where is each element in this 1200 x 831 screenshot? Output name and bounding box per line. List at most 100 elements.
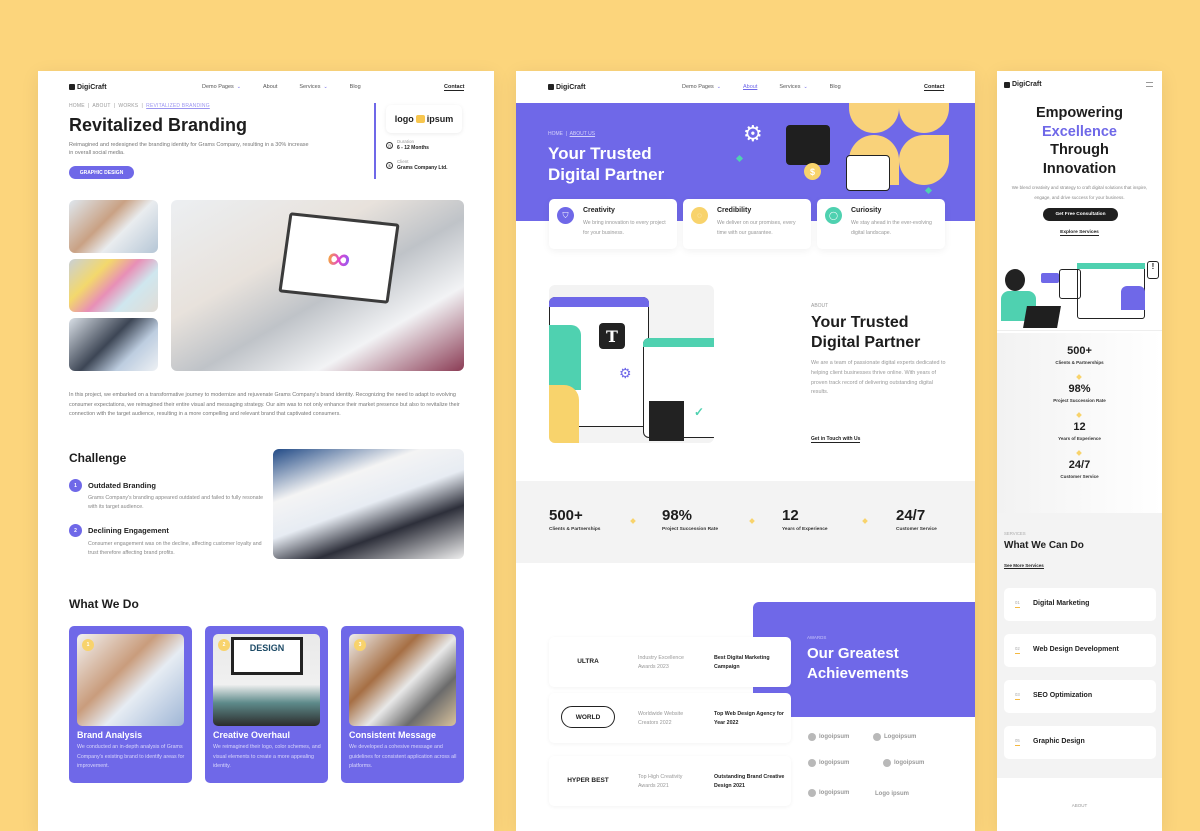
award-row: HYPER BEST Top High Creativity Awards 20… — [549, 756, 791, 806]
gear-icon: ⚙ — [743, 121, 763, 146]
puzzle-piece-white-icon — [846, 155, 890, 191]
stats-bar: 500+ Clients & Partnerships 98% Project Su… — [516, 481, 975, 563]
stat-separator-icon — [1076, 450, 1082, 456]
get-free-consultation-button[interactable]: Get Free Consultation — [1043, 208, 1118, 221]
award-row: WORLD Worldwide Website Creators 2022 To… — [549, 693, 791, 743]
alert-icon: ! — [1147, 261, 1159, 279]
card-number: 1 — [82, 639, 94, 651]
get-in-touch-link[interactable]: Get in Touch with Us — [811, 436, 861, 443]
breadcrumb-about[interactable]: ABOUT — [92, 103, 110, 109]
nav-demo-pages[interactable]: Demo Pages ⌄ — [202, 84, 241, 90]
challenge-number-2: 2 — [69, 524, 82, 537]
partner-logo: logoipsum — [808, 759, 849, 767]
brand-logo[interactable]: DigiCraft — [69, 84, 107, 91]
partner-logo-icon — [808, 759, 816, 767]
stat-separator-icon — [1076, 412, 1082, 418]
gallery-main-photo[interactable]: ∞ — [171, 200, 464, 371]
explore-services-link[interactable]: Explore Services — [997, 230, 1162, 236]
decor-shape — [849, 103, 899, 133]
meta-client: $ Client Grams Company Ltd. — [386, 159, 448, 171]
service-item[interactable]: 03 SEO Optimization — [1004, 680, 1156, 713]
award-badge-ultra-icon: ULTRA — [577, 657, 599, 665]
challenge-number-1: 1 — [69, 479, 82, 492]
service-card[interactable]: 1 Brand Analysis We conducted an in-dept… — [69, 626, 192, 783]
stat-experience: 12 Years of Experience — [782, 507, 828, 532]
brand-logo[interactable]: DigiCraft — [1004, 81, 1042, 88]
breadcrumb-home[interactable]: HOME — [69, 103, 85, 109]
laptop-screen: ∞ — [278, 212, 400, 304]
card-number: 2 — [218, 639, 230, 651]
nav-blog[interactable]: Blog — [830, 84, 841, 90]
about-label: ABOUT — [811, 303, 829, 309]
chevron-down-icon: ⌄ — [803, 84, 808, 90]
puzzle-piece-icon — [786, 125, 830, 165]
hamburger-menu-icon[interactable] — [1146, 82, 1153, 87]
see-more-services-link[interactable]: See More Services — [1004, 563, 1044, 569]
service-item[interactable]: 02 Web Design Development — [1004, 634, 1156, 667]
awards-label: AWARDS — [807, 635, 827, 640]
client-logo: logo ipsum — [386, 105, 462, 133]
paint-roller-icon: ⛉ — [557, 207, 574, 224]
about-page: DigiCraft Demo Pages ⌄ About Services ⌄ Bl… — [516, 71, 975, 831]
infinity-logo-icon: ∞ — [325, 238, 354, 277]
team-illustration: T ⚙ ✓ — [549, 285, 714, 443]
case-study-page: DigiCraft Demo Pages ⌄ About Services ⌄ Bl… — [38, 71, 494, 831]
contact-link[interactable]: Contact — [924, 84, 945, 91]
stat-customer-service: 24/7 Customer Service — [896, 507, 937, 532]
hero-description: We blend creativity and strategy to craf… — [1011, 185, 1148, 200]
project-description: In this project, we embarked on a transf… — [69, 392, 460, 417]
design-monitor: DESIGN — [231, 637, 303, 675]
gallery-photo-3[interactable] — [69, 318, 158, 371]
brand-logo[interactable]: DigiCraft — [548, 84, 586, 91]
challenge-desc-1: Grams Company's branding appeared outdat… — [88, 495, 264, 510]
card-title: Brand Analysis — [77, 730, 143, 740]
services-section: SERVICES What We Can Do See More Service… — [997, 513, 1162, 778]
breadcrumb-current: ABOUT US — [569, 131, 596, 137]
nav-about[interactable]: About — [743, 84, 757, 90]
gallery-photo-1[interactable] — [69, 200, 158, 253]
nav-blog[interactable]: Blog — [350, 84, 361, 90]
card-image: 1 — [77, 634, 184, 726]
awards-title: Our Greatest Achievements — [807, 645, 909, 682]
partner-logo: logoipsum — [808, 733, 849, 741]
card-title: Creative Overhaul — [213, 730, 291, 740]
card-desc: We reimagined their logo, color schemes,… — [213, 744, 321, 769]
service-card[interactable]: 2 DESIGN Creative Overhaul We reimagined… — [205, 626, 328, 783]
contact-link[interactable]: Contact — [444, 84, 465, 91]
nav-about[interactable]: About — [263, 84, 277, 90]
service-item[interactable]: 05 Graphic Design — [1004, 726, 1156, 759]
gallery-photo-2[interactable] — [69, 259, 158, 312]
partner-logo: Logo ipsum — [875, 791, 909, 797]
service-card[interactable]: 3 Consistent Message We developed a cohe… — [341, 626, 464, 783]
card-image: 2 DESIGN — [213, 634, 320, 726]
award-badge-hyperbest-icon: HYPER BEST — [567, 776, 609, 784]
challenge-heading: Challenge — [69, 451, 127, 465]
nav-services[interactable]: Services ⌄ — [299, 84, 327, 90]
category-tag-button[interactable]: GRAPHIC DESIGN — [69, 166, 134, 179]
breadcrumb-current: REVITALIZED BRANDING — [146, 103, 210, 109]
card-desc: We conducted an in-depth analysis of Gra… — [77, 744, 185, 769]
award-badge-world-icon: WORLD — [561, 706, 615, 728]
nav-demo-pages[interactable]: Demo Pages ⌄ — [682, 84, 721, 90]
stat-experience: 12 Years of Experience — [1058, 421, 1101, 441]
breadcrumb-works[interactable]: WORKS — [118, 103, 138, 109]
challenge-desc-2: Consumer engagement was on the decline, … — [88, 541, 262, 556]
card-title: Consistent Message — [349, 730, 437, 740]
dollar-coin-icon: $ — [804, 163, 821, 180]
hero-title: Your Trusted Digital Partner — [548, 144, 665, 184]
nav-services[interactable]: Services ⌄ — [779, 84, 807, 90]
about-description: We are a team of passionate digital expe… — [811, 360, 946, 396]
top-nav: DigiCraft Demo Pages ⌄ About Services ⌄ Bl… — [38, 71, 494, 103]
card-image: 3 — [349, 634, 456, 726]
partner-logo: logoipsum — [808, 789, 849, 797]
breadcrumb-home[interactable]: HOME — [548, 131, 563, 137]
divider — [374, 103, 376, 179]
nav-links: Demo Pages ⌄ About Services ⌄ Blog — [202, 84, 361, 90]
partner-logo-icon — [808, 789, 816, 797]
stat-separator-icon — [1076, 374, 1082, 380]
stat-customer-service: 24/7 Customer Service — [1060, 459, 1099, 479]
partner-logo-icon — [808, 733, 816, 741]
about-title: Your Trusted Digital Partner — [811, 314, 921, 351]
service-item[interactable]: 01 Digital Marketing — [1004, 588, 1156, 621]
sparkle-icon — [924, 186, 933, 195]
